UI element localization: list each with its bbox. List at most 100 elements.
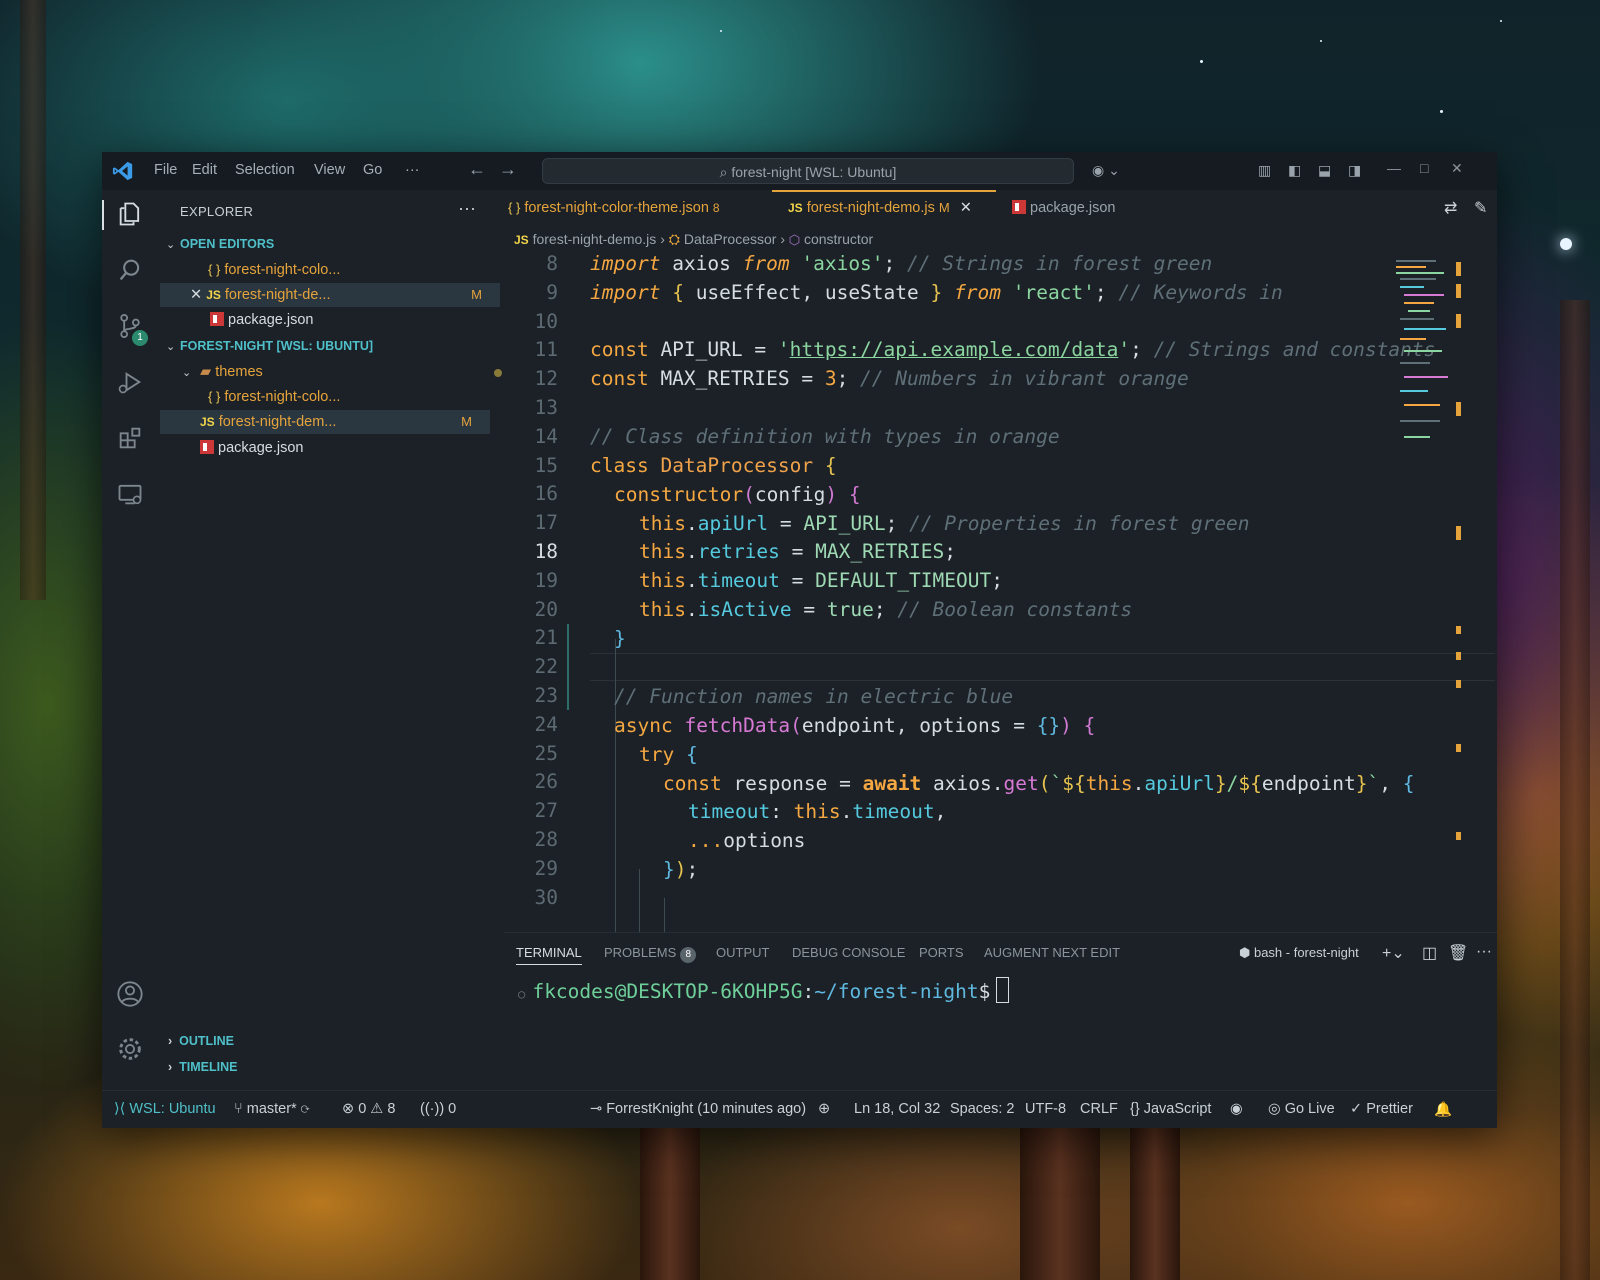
menu-edit[interactable]: Edit: [192, 162, 217, 178]
tree-trunk: [1560, 300, 1590, 1280]
menu-go[interactable]: Go: [363, 162, 382, 178]
compare-changes-icon[interactable]: ⇄: [1444, 198, 1457, 218]
menu-selection[interactable]: Selection: [235, 162, 295, 178]
go-live-button[interactable]: ◎ Go Live: [1268, 1101, 1335, 1117]
tab-color-theme[interactable]: { } forest-night-color-theme.json 8: [508, 190, 772, 226]
new-terminal-icon[interactable]: +⌄: [1382, 943, 1405, 963]
search-icon[interactable]: [116, 256, 146, 286]
warning-count: 8: [387, 1101, 396, 1117]
menu-more[interactable]: ···: [405, 162, 420, 178]
line-number: 10: [534, 309, 558, 333]
remote-icon: ⟩⟨: [114, 1101, 130, 1117]
indentation[interactable]: Spaces: 2: [950, 1101, 1015, 1117]
open-editors-header[interactable]: ⌄ OPEN EDITORS: [160, 232, 506, 256]
json-braces-icon: { }: [508, 200, 521, 215]
run-debug-icon[interactable]: [116, 368, 146, 398]
file-name: package.json: [228, 312, 314, 328]
tree-file-selected[interactable]: JS forest-night-dem... M: [160, 410, 490, 434]
tab-output[interactable]: OUTPUT: [716, 945, 769, 960]
language-mode[interactable]: {} JavaScript: [1130, 1101, 1211, 1117]
prompt-circle-icon: ○: [518, 987, 533, 1001]
open-editor-item[interactable]: package.json: [160, 308, 550, 332]
remote-indicator[interactable]: ⟩⟨ WSL: Ubuntu: [114, 1101, 216, 1117]
extensions-icon[interactable]: [116, 424, 146, 454]
toggle-secondary-sidebar-icon[interactable]: ◨: [1348, 162, 1361, 179]
zoom-icon[interactable]: ⊕: [818, 1101, 830, 1117]
minimap-line: [1400, 362, 1430, 364]
menu-view[interactable]: View: [314, 162, 345, 178]
open-editor-item[interactable]: { } forest-night-colo... 8: [160, 258, 548, 282]
settings-gear-icon[interactable]: [116, 1035, 146, 1065]
tab-ports[interactable]: PORTS: [919, 945, 964, 960]
copilot-status-icon[interactable]: ◉: [1230, 1101, 1243, 1117]
tab-terminal[interactable]: TERMINAL: [516, 945, 582, 965]
more-actions-icon[interactable]: ···: [458, 198, 476, 219]
code-editor[interactable]: 8 9 10 11 12 13 14 15 16 17 18 19 20 21 22 23 24 25 26 27 28…: [504, 252, 1497, 932]
kill-terminal-icon[interactable]: 🗑: [1448, 943, 1468, 963]
remote-explorer-icon[interactable]: [116, 480, 146, 510]
explorer-icon[interactable]: [102, 200, 160, 230]
code-line-19: this.timeout = DEFAULT_TIMEOUT;: [639, 569, 1003, 592]
code-line-14: // Class definition with types in orange: [590, 425, 1060, 448]
tree-folder-themes[interactable]: ⌄ ▰ themes: [160, 360, 522, 384]
tab-package-json[interactable]: package.json: [1012, 190, 1142, 226]
npm-icon: [200, 440, 214, 454]
braces-icon: {}: [1130, 1101, 1144, 1117]
indent-guide: [664, 898, 665, 932]
editor-tabs: { } forest-night-color-theme.json 8 JS f…: [504, 190, 1497, 226]
tab-debug-console[interactable]: DEBUG CONSOLE: [792, 945, 905, 960]
forward-arrow-icon[interactable]: →: [499, 159, 517, 180]
timeline-label: TIMELINE: [179, 1060, 238, 1074]
line-number: 12: [534, 367, 558, 391]
outline-section[interactable]: › OUTLINE: [168, 1034, 234, 1048]
more-actions-icon[interactable]: ···: [1476, 943, 1492, 961]
branch-indicator[interactable]: ⑂ master* ⟳: [234, 1101, 309, 1117]
line-number: 28: [534, 828, 558, 851]
tab-problems[interactable]: PROBLEMS 8: [604, 945, 697, 963]
tab-augment-next-edit[interactable]: AUGMENT NEXT EDIT: [984, 945, 1120, 960]
overview-ruler-mark: [1456, 744, 1461, 752]
tree-file[interactable]: { } forest-night-colo... 8: [160, 385, 548, 409]
error-icon: ⊗: [342, 1101, 359, 1117]
close-window-icon[interactable]: ✕: [1451, 160, 1463, 177]
terminal-selector[interactable]: ⬢ bash - forest-night: [1239, 945, 1359, 961]
line-number: 23: [534, 684, 558, 707]
breadcrumb-file[interactable]: forest-night-demo.js: [533, 231, 657, 247]
terminal-output[interactable]: ○ fkcodes@DESKTOP-6KOHP5G:~/forest-night…: [518, 977, 1010, 1003]
menu-file[interactable]: File: [154, 162, 177, 178]
tree-file[interactable]: package.json: [160, 436, 540, 460]
close-icon[interactable]: ✕: [960, 200, 972, 216]
close-icon[interactable]: ✕: [190, 287, 202, 303]
git-blame[interactable]: ⊸ ForrestKnight (10 minutes ago): [590, 1101, 806, 1117]
problems-indicator[interactable]: ⊗ 0 ⚠ 8: [342, 1101, 395, 1117]
broadcast-icon: ((·)): [420, 1101, 449, 1117]
open-editor-item[interactable]: ✕ JS forest-night-de... M: [160, 283, 500, 307]
back-arrow-icon[interactable]: ←: [468, 159, 486, 180]
line-ending[interactable]: CRLF: [1080, 1101, 1118, 1117]
workspace-label: FOREST-NIGHT [WSL: UBUNTU]: [180, 339, 374, 353]
line-number: 29: [534, 856, 558, 880]
tab-demo-js[interactable]: JS forest-night-demo.js M ✕: [772, 190, 996, 226]
line-number: 18: [534, 540, 558, 563]
command-center[interactable]: ⌕ forest-night [WSL: Ubuntu]: [542, 158, 1074, 184]
source-control-icon[interactable]: 1: [116, 312, 148, 346]
timeline-section[interactable]: › TIMELINE: [168, 1060, 237, 1074]
breadcrumb-member[interactable]: constructor: [804, 231, 873, 247]
encoding[interactable]: UTF-8: [1025, 1101, 1066, 1117]
split-terminal-icon[interactable]: ◫: [1422, 943, 1437, 963]
breadcrumb-class[interactable]: DataProcessor: [684, 231, 777, 247]
ports-indicator[interactable]: ((·)) 0: [420, 1101, 456, 1117]
maximize-icon[interactable]: □: [1420, 160, 1428, 176]
line-number: 14: [534, 424, 558, 448]
customize-layout-icon[interactable]: ▥: [1258, 162, 1271, 179]
notifications-icon[interactable]: 🔔: [1434, 1101, 1452, 1118]
toggle-sidebar-icon[interactable]: ◧: [1288, 162, 1301, 179]
toggle-panel-icon[interactable]: ⬓: [1318, 162, 1331, 179]
edit-icon[interactable]: ✎: [1474, 198, 1487, 218]
minimize-icon[interactable]: —: [1387, 160, 1401, 176]
copilot-icon[interactable]: ◉ ⌄: [1092, 162, 1120, 179]
workspace-header[interactable]: ⌄ FOREST-NIGHT [WSL: UBUNTU]: [160, 334, 506, 358]
accounts-icon[interactable]: [116, 980, 146, 1010]
cursor-position[interactable]: Ln 18, Col 32: [854, 1101, 940, 1117]
prettier-status[interactable]: ✓ Prettier: [1350, 1101, 1413, 1117]
